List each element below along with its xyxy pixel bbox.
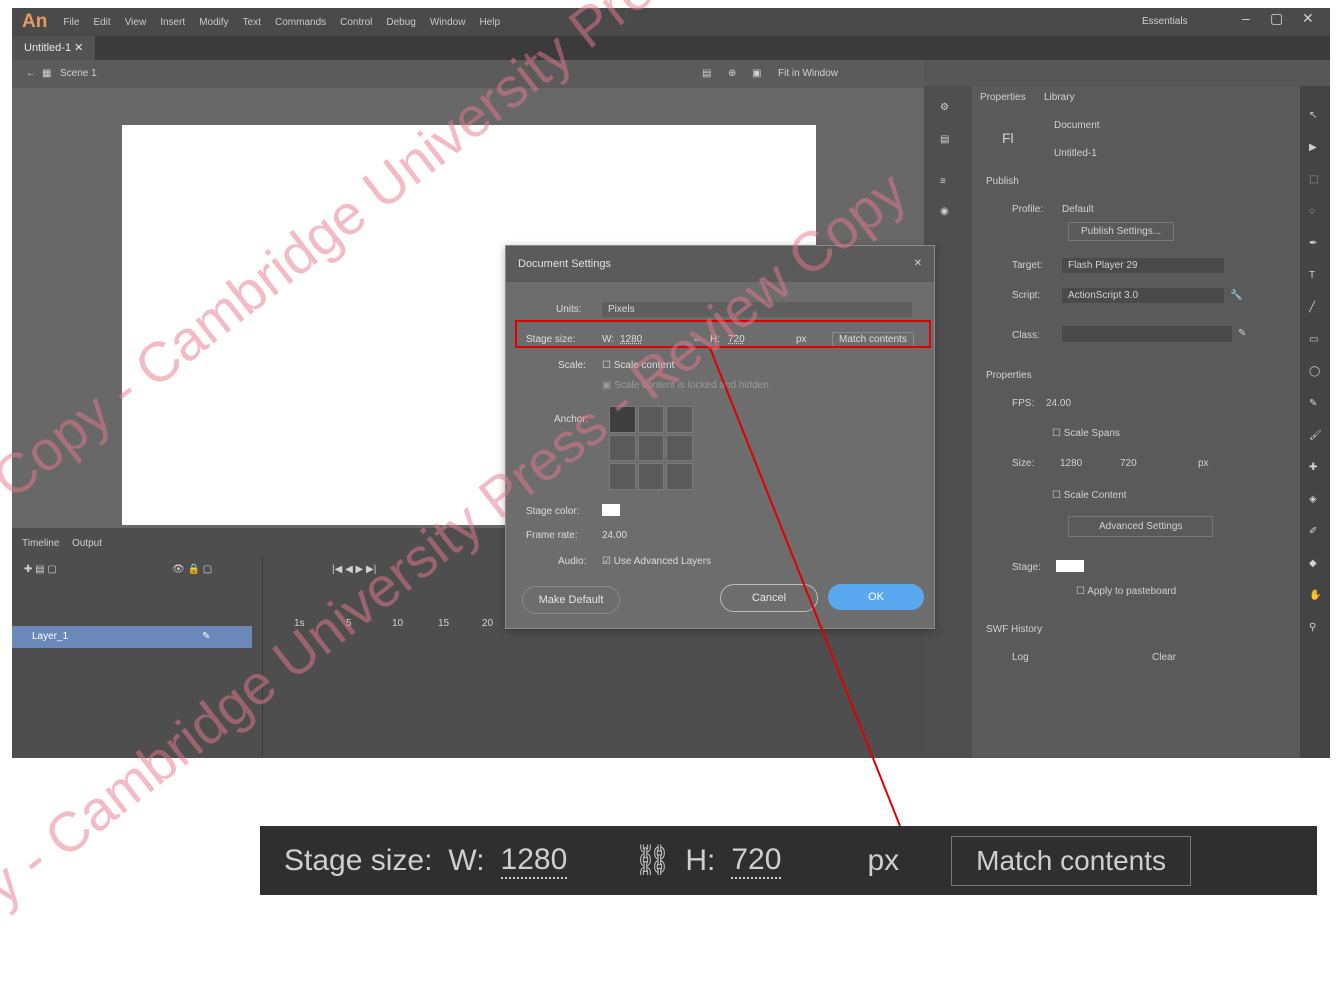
callout-match-contents: Match contents bbox=[951, 835, 1191, 886]
callout-w-label: W: bbox=[448, 843, 485, 877]
callout-h-label: H: bbox=[685, 843, 716, 877]
callout-h-value: 720 bbox=[731, 843, 782, 879]
callout-line bbox=[709, 347, 901, 827]
callout-stage-size-label: Stage size: bbox=[284, 843, 433, 877]
callout-w-value: 1280 bbox=[500, 843, 568, 879]
callout-px-label: px bbox=[867, 843, 900, 877]
zoom-callout: Stage size: W: 1280 ⛓ H: 720 px Match co… bbox=[260, 826, 1317, 895]
link-icon: ⛓ bbox=[633, 844, 672, 877]
